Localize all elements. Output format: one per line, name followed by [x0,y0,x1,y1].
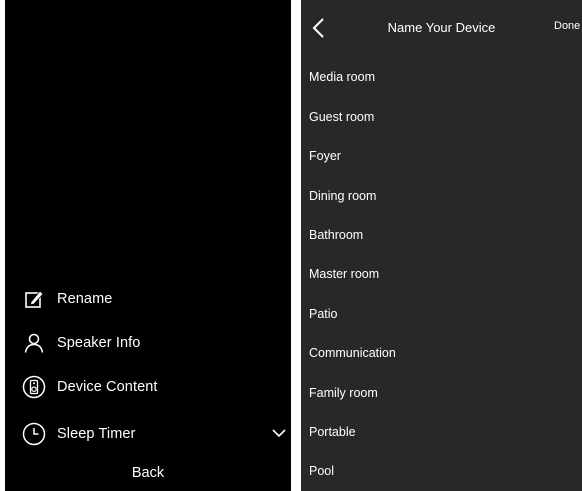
rename-menu-item[interactable]: Rename [5,281,291,317]
chevron-down-icon[interactable] [271,425,287,441]
room-option-foyer[interactable]: Foyer [309,149,341,163]
room-option-bathroom[interactable]: Bathroom [309,228,363,242]
room-option-communication[interactable]: Communication [309,346,396,360]
done-button[interactable]: Done [554,20,580,32]
room-option-portable[interactable]: Portable [309,425,356,439]
name-device-panel: Name Your Device Done Media room Guest r… [301,0,582,491]
room-option-pool[interactable]: Pool [309,464,334,478]
action-menu-panel: Rename Speaker Info Device Content Sleep… [5,0,291,491]
room-option-patio[interactable]: Patio [309,307,338,321]
clock-icon [22,422,46,446]
speaker-icon [22,375,46,399]
speaker-info-menu-item[interactable]: Speaker Info [5,325,291,361]
device-content-label: Device Content [57,379,158,395]
sleep-timer-label: Sleep Timer [57,426,136,442]
edit-icon [22,287,46,311]
sleep-timer-menu-item[interactable]: Sleep Timer [5,416,291,452]
room-option-media-room[interactable]: Media room [309,70,375,84]
speaker-info-label: Speaker Info [57,335,141,351]
header-bar: Name Your Device Done [301,0,582,56]
room-option-master-room[interactable]: Master room [309,267,379,281]
rename-label: Rename [57,291,113,307]
room-option-dining-room[interactable]: Dining room [309,189,376,203]
back-button[interactable]: Back [5,459,291,487]
person-icon [22,331,46,355]
page-title: Name Your Device [387,20,496,35]
device-content-menu-item[interactable]: Device Content [5,369,291,405]
room-option-guest-room[interactable]: Guest room [309,110,374,124]
room-option-family-room[interactable]: Family room [309,386,378,400]
